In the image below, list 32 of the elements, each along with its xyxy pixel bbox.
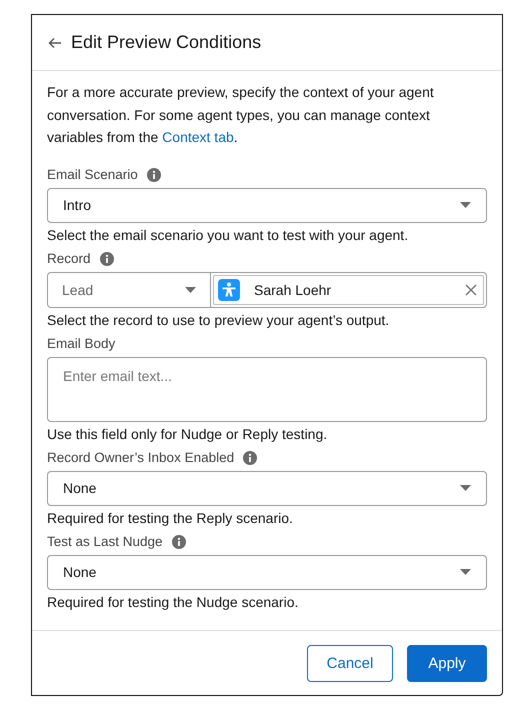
select-field[interactable]: None — [47, 554, 487, 590]
caret-icon — [460, 485, 471, 491]
back-arrow-icon[interactable] — [48, 36, 62, 48]
context-tab-link[interactable]: Context tab — [162, 129, 234, 145]
help-text: Select the email scenario you want to test with your agent. — [47, 226, 410, 244]
info-icon[interactable] — [172, 534, 186, 548]
caret-icon — [460, 202, 471, 208]
email-body-field[interactable]: Enter email text... — [47, 356, 487, 422]
info-icon[interactable] — [100, 252, 114, 266]
field-label: Email Scenario — [47, 167, 138, 182]
field-label: Record — [47, 251, 91, 266]
field-label: Email Body — [47, 336, 116, 351]
info-icon[interactable] — [243, 450, 258, 464]
description-text: For a more accurate preview, specify the context of your agent conversation. For some agent types, you can manage context variables from the Context tab. — [47, 83, 435, 147]
field-label: Test as Last Nudge — [47, 534, 163, 549]
info-icon[interactable] — [146, 168, 161, 182]
field-label: Record Owner’s Inbox Enabled — [47, 450, 234, 465]
select-field[interactable]: Intro — [47, 188, 487, 222]
cancel-button[interactable]: Cancel — [307, 644, 393, 682]
help-text: Required for testing the Nudge scenario. — [47, 592, 300, 612]
select-field[interactable]: None — [47, 470, 487, 506]
record-pill[interactable]: Sarah Loehr — [213, 274, 484, 304]
caret-icon — [460, 569, 471, 575]
help-text: Select the record to use to preview your agent’s output. — [47, 310, 390, 330]
clear-icon[interactable] — [465, 284, 477, 296]
object-select[interactable]: Lead — [48, 272, 211, 306]
person-icon — [218, 278, 240, 300]
caret-icon — [185, 286, 196, 292]
help-text: Required for testing the Reply scenario. — [47, 508, 294, 528]
apply-button[interactable]: Apply — [407, 644, 487, 682]
help-text: Use this field only for Nudge or Reply testing. — [47, 424, 328, 444]
dialog-title: Edit Preview Conditions — [71, 32, 262, 53]
